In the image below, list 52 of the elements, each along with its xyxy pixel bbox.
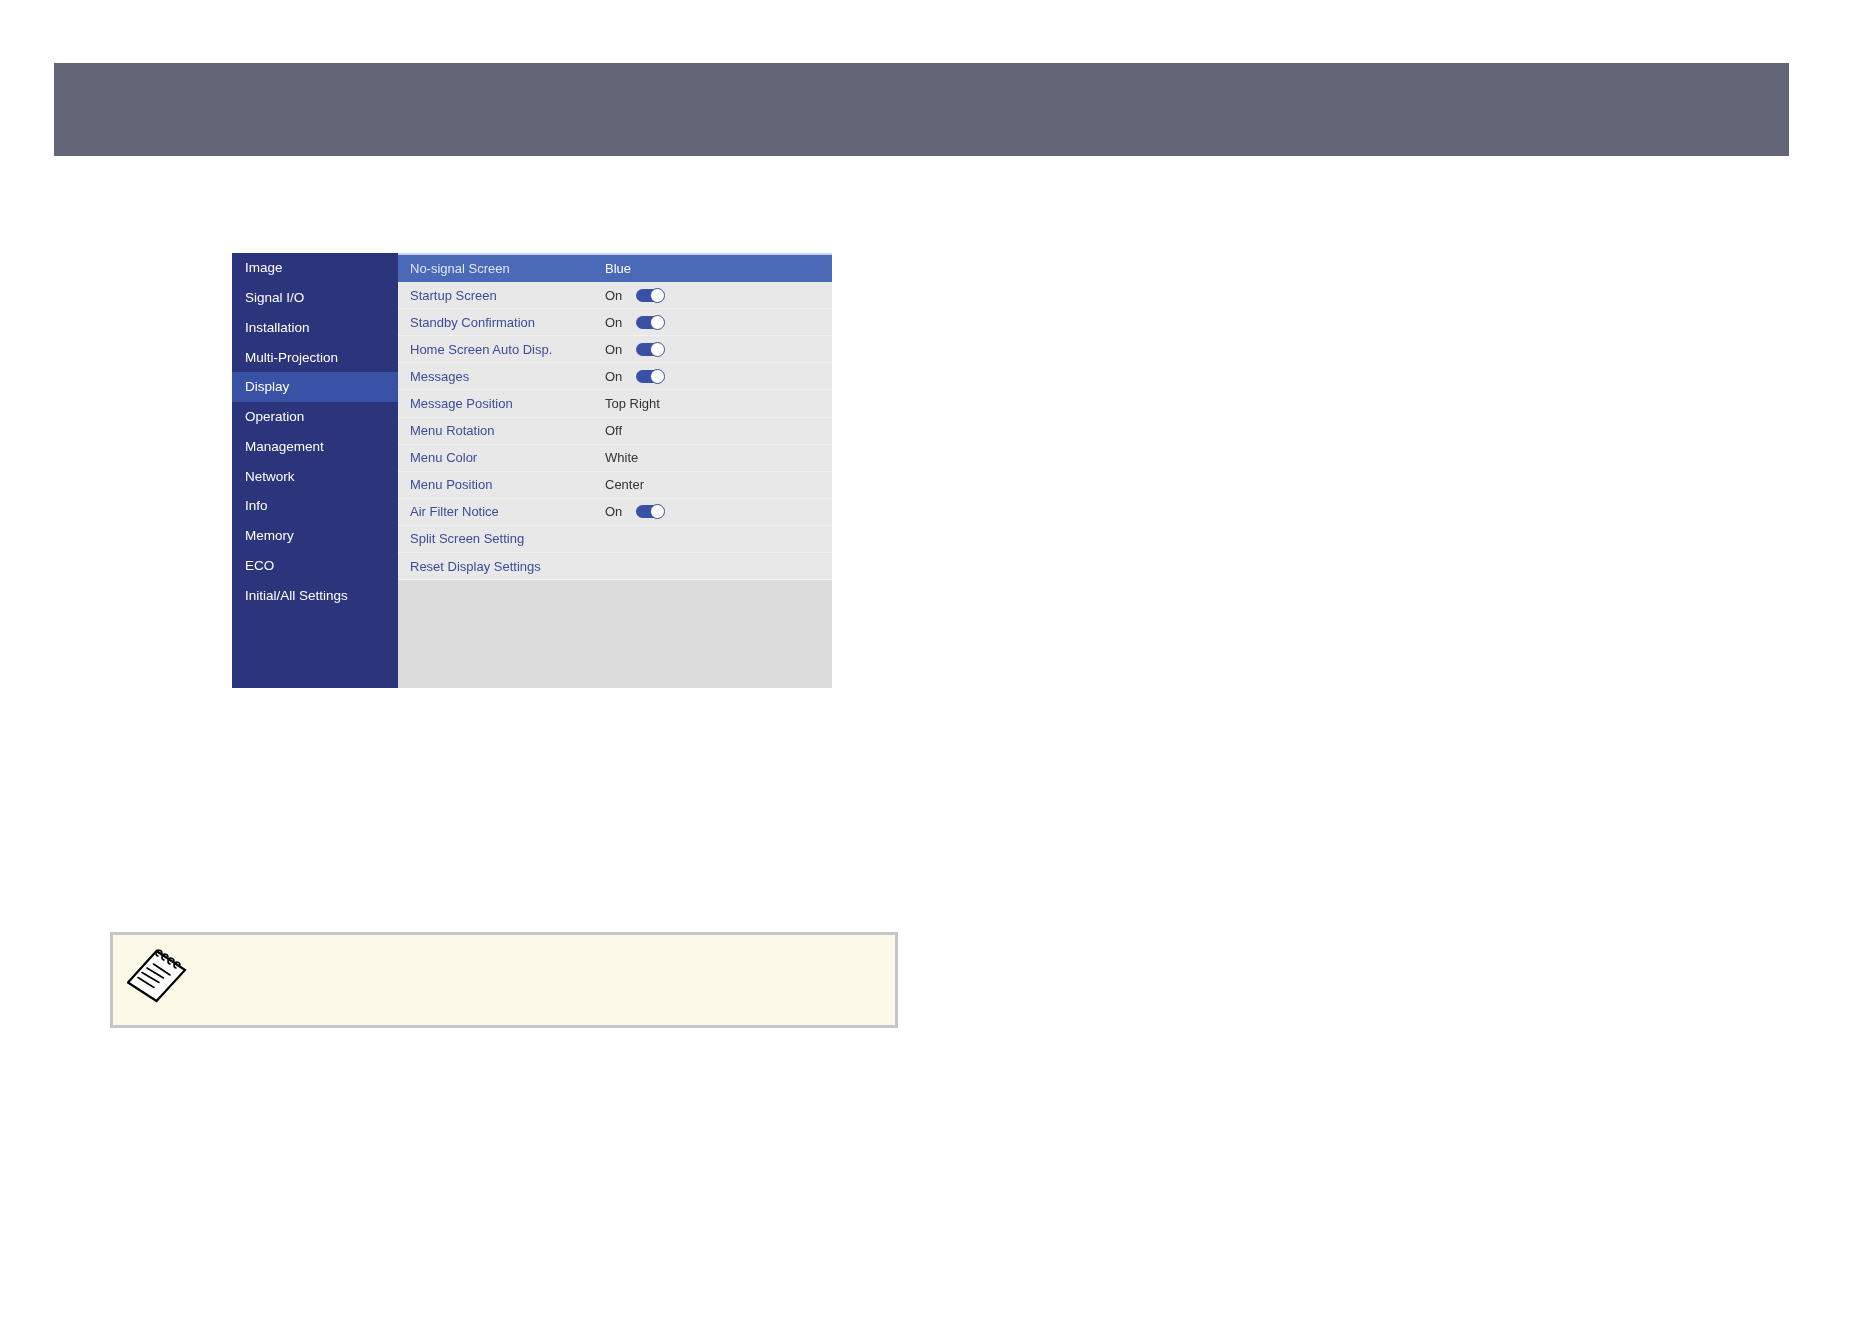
setting-value: On	[605, 368, 623, 384]
setting-row[interactable]: Startup Screen On	[398, 282, 832, 310]
setting-value: On	[605, 314, 623, 330]
menu-category[interactable]: Installation	[232, 312, 398, 343]
setting-label: Message Position	[409, 396, 514, 411]
setting-label: Split Screen Setting	[409, 531, 526, 547]
setting-row[interactable]: Menu Rotation Off	[398, 417, 832, 445]
menu-category[interactable]: Info	[232, 491, 398, 521]
setting-label: Startup Screen	[409, 287, 498, 303]
toggle-switch[interactable]	[636, 369, 665, 383]
menu-category[interactable]: Memory	[232, 520, 398, 551]
setting-label: Menu Color	[409, 450, 479, 466]
toggle-switch[interactable]	[636, 505, 665, 519]
setting-label: Menu Rotation	[409, 423, 496, 439]
menu-category[interactable]: Multi-Projection	[232, 342, 398, 372]
setting-value: On	[605, 504, 623, 520]
setting-value: White	[605, 450, 639, 466]
setting-value: Blue	[605, 260, 632, 276]
setting-label: Home Screen Auto Disp.	[409, 341, 554, 357]
setting-row[interactable]: Standby Confirmation On	[398, 309, 832, 337]
setting-value: Top Right	[605, 396, 660, 411]
setting-row[interactable]: Menu Color White	[398, 444, 832, 472]
setting-row[interactable]: Message Position Top Right	[398, 390, 832, 418]
menu-category[interactable]: Network	[232, 461, 398, 491]
setting-value: Center	[605, 477, 645, 493]
setting-row[interactable]: Messages On	[398, 363, 832, 391]
toggle-switch[interactable]	[636, 288, 665, 302]
toggle-switch[interactable]	[636, 315, 665, 329]
menu-category[interactable]: Display	[232, 372, 398, 402]
menu-category[interactable]: Operation	[232, 401, 398, 432]
menu-category[interactable]: Signal I/O	[232, 282, 398, 313]
setting-row[interactable]: Air Filter Notice On	[398, 498, 832, 526]
setting-row[interactable]: Reset Display Settings	[398, 553, 832, 581]
setting-label: No-signal Screen	[409, 260, 511, 276]
setting-label: Reset Display Settings	[409, 558, 542, 574]
setting-row[interactable]: Home Screen Auto Disp. On	[398, 336, 832, 364]
setting-label: Air Filter Notice	[409, 504, 500, 520]
setting-value: On	[605, 341, 623, 357]
setting-label: Menu Position	[409, 477, 494, 493]
menu-category[interactable]: Image	[232, 253, 398, 283]
setting-row[interactable]: No-signal Screen Blue	[398, 255, 832, 283]
setting-label: Standby Confirmation	[409, 314, 536, 330]
setting-value: Off	[605, 423, 623, 439]
notepad-icon	[127, 949, 187, 1003]
menu-category[interactable]: ECO	[232, 550, 398, 581]
menu-category[interactable]: Management	[232, 431, 398, 462]
setting-row[interactable]: Menu Position Center	[398, 471, 832, 499]
setting-label: Messages	[409, 368, 471, 384]
setting-row[interactable]: Split Screen Setting	[398, 525, 832, 554]
toggle-switch[interactable]	[636, 342, 665, 356]
menu-category[interactable]: Initial/All Settings	[232, 580, 398, 610]
setting-value: On	[605, 287, 623, 303]
